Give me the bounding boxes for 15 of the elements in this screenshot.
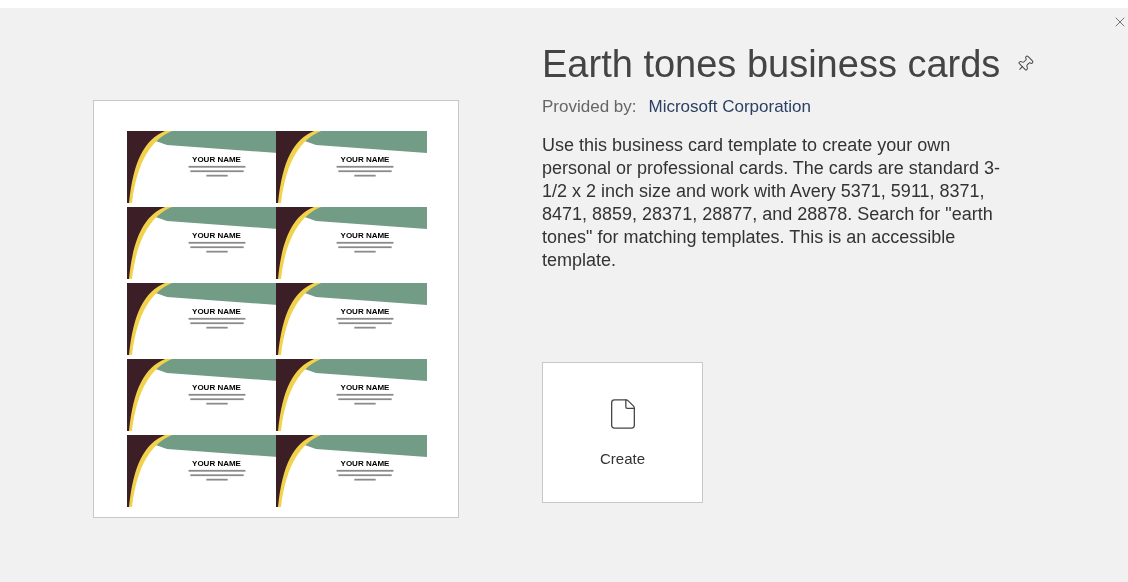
template-description: Use this business card template to create your own personal or professional cards. The cards are standard 3-1/2 x 2 inch size and work with Avery 5371, 5911, 8371, 8471, 8859, 28371, 28877, and 28878. Search for "earth tones" for matching templates. This is an accessible template.: [542, 133, 1001, 272]
card-name: YOUR NAME: [340, 307, 390, 316]
card-name: YOUR NAME: [192, 231, 241, 240]
template-title: Earth tones business cards: [542, 42, 1001, 86]
card-name: YOUR NAME: [192, 459, 241, 468]
card-name: YOUR NAME: [192, 155, 241, 164]
card-name: YOUR NAME: [340, 383, 390, 392]
create-button[interactable]: Create: [542, 361, 703, 503]
card-name: YOUR NAME: [340, 155, 390, 164]
card-name: YOUR NAME: [192, 307, 241, 316]
provider-label: Provided by:: [542, 96, 637, 118]
card-name: YOUR NAME: [340, 231, 390, 240]
provider-name: Microsoft Corporation: [648, 96, 811, 118]
card-name: YOUR NAME: [340, 459, 390, 468]
card-name: YOUR NAME: [192, 383, 241, 392]
